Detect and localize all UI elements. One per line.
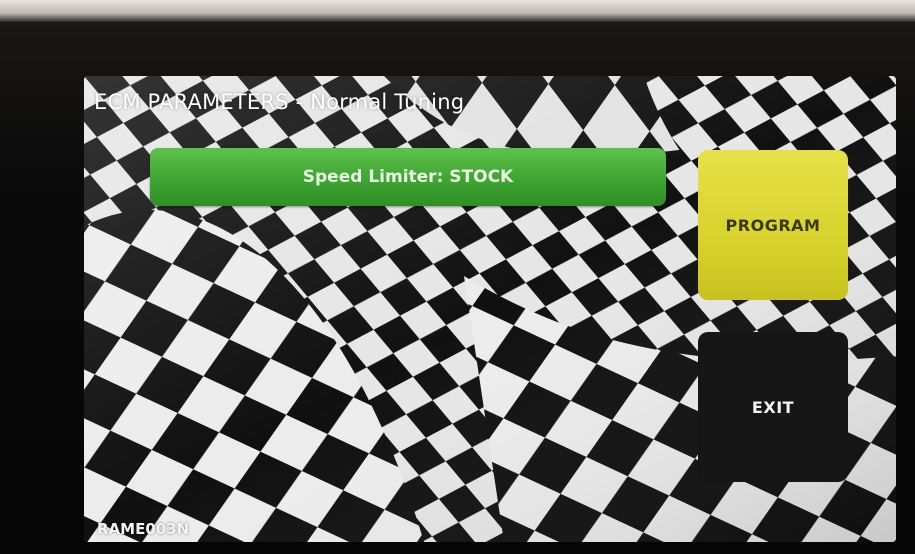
device-bezel-top <box>0 0 915 22</box>
exit-button[interactable]: EXIT <box>698 332 848 482</box>
device-frame: ECM PARAMETERS - Normal Tuning Speed Lim… <box>0 0 915 554</box>
program-button[interactable]: PROGRAM <box>698 150 848 300</box>
program-button-label: PROGRAM <box>725 215 821 235</box>
page-title: ECM PARAMETERS - Normal Tuning <box>94 90 465 114</box>
device-id-label: RAME003N <box>97 520 190 538</box>
speed-limiter-status: Speed Limiter: STOCK <box>150 148 666 206</box>
touch-screen: ECM PARAMETERS - Normal Tuning Speed Lim… <box>84 76 896 542</box>
speed-limiter-status-label: Speed Limiter: STOCK <box>302 167 514 187</box>
exit-button-label: EXIT <box>751 397 795 417</box>
